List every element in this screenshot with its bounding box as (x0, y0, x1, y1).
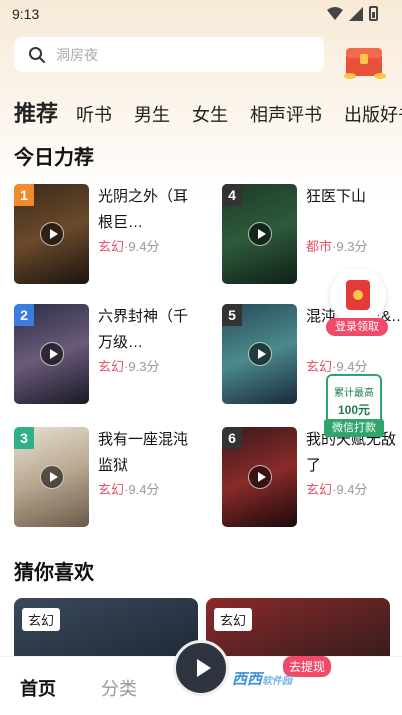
play-icon[interactable] (248, 222, 272, 246)
book-score: 9.4分 (336, 359, 368, 374)
book-title[interactable]: 我有一座混沌监狱 (98, 427, 198, 479)
play-icon[interactable] (248, 465, 272, 489)
book-meta: 玄幻·9.4分 (98, 479, 159, 498)
play-icon[interactable] (40, 465, 64, 489)
book-meta: 都市·9.3分 (306, 236, 367, 255)
book-meta: 玄幻·9.4分 (98, 236, 159, 255)
book-score: 9.4分 (336, 482, 368, 497)
rank-badge: 4 (222, 184, 242, 206)
book-title[interactable]: 狂医下山 (306, 184, 402, 210)
genre-tag: 玄幻 (22, 608, 61, 631)
tab-audiobook[interactable]: 听书 (76, 101, 112, 127)
status-icons (327, 6, 378, 21)
book-item[interactable]: 1 光阴之外（耳根巨… 玄幻·9.4分 (14, 184, 204, 284)
rank-badge: 3 (14, 427, 34, 449)
book-cover[interactable]: 3 (14, 427, 89, 527)
book-genre: 玄幻 (98, 239, 125, 254)
search-bar[interactable] (14, 37, 324, 72)
book-cover[interactable]: 6 (222, 427, 297, 527)
tab-male[interactable]: 男生 (134, 101, 170, 127)
book-item[interactable]: 2 六界封神（千万级… 玄幻·9.3分 (14, 304, 204, 404)
book-genre: 都市 (306, 239, 333, 254)
play-icon[interactable] (40, 222, 64, 246)
book-title[interactable]: 六界封神（千万级… (98, 304, 198, 356)
book-score: 9.4分 (128, 239, 160, 254)
rank-badge: 1 (14, 184, 34, 206)
book-score: 9.3分 (128, 359, 160, 374)
watermark: 西西软件园 (232, 668, 292, 689)
nav-home[interactable]: 首页 (20, 675, 56, 701)
play-icon[interactable] (40, 342, 64, 366)
book-meta: 玄幻·9.4分 (306, 479, 367, 498)
status-time: 9:13 (12, 6, 40, 22)
status-bar: 9:13 (0, 0, 402, 28)
red-packet-widget[interactable]: 登录领取 (326, 268, 388, 338)
book-genre: 玄幻 (306, 482, 333, 497)
tab-crosstalk[interactable]: 相声评书 (250, 101, 322, 127)
book-title[interactable]: 光阴之外（耳根巨… (98, 184, 198, 236)
genre-tag: 玄幻 (214, 608, 253, 631)
book-genre: 玄幻 (98, 359, 125, 374)
book-genre: 玄幻 (306, 359, 333, 374)
book-meta: 玄幻·9.3分 (98, 356, 159, 375)
red-envelope-icon (346, 280, 370, 310)
tab-recommend[interactable]: 推荐 (14, 96, 58, 128)
section-title-today: 今日力荐 (14, 147, 94, 169)
tab-published[interactable]: 出版好书 (344, 101, 402, 127)
book-cover[interactable]: 2 (14, 304, 89, 404)
watermark-sub: 软件园 (262, 676, 293, 687)
promo-line1: 累计最高 (334, 388, 374, 399)
promo-button[interactable]: 微信打款 (324, 419, 384, 437)
player-button[interactable] (173, 640, 229, 696)
book-score: 9.3分 (336, 239, 368, 254)
signal-icon (349, 6, 363, 21)
red-packet-label: 登录领取 (326, 318, 388, 336)
book-cover[interactable]: 4 (222, 184, 297, 284)
play-icon[interactable] (248, 342, 272, 366)
promo-amount: 100元 (337, 403, 371, 417)
nav-category[interactable]: 分类 (101, 675, 137, 701)
search-input[interactable] (56, 46, 286, 63)
book-cover[interactable]: 5 (222, 304, 297, 404)
section-title-guess: 猜你喜欢 (14, 562, 94, 584)
book-meta: 玄幻·9.4分 (306, 356, 367, 375)
treasure-chest-icon[interactable] (340, 40, 388, 80)
book-score: 9.4分 (128, 482, 160, 497)
rank-badge: 5 (222, 304, 242, 326)
tab-female[interactable]: 女生 (192, 101, 228, 127)
book-item[interactable]: 6 我的天赋无敌了 玄幻·9.4分 (222, 427, 402, 527)
rank-badge: 2 (14, 304, 34, 326)
book-genre: 玄幻 (98, 482, 125, 497)
book-cover[interactable]: 1 (14, 184, 89, 284)
wifi-icon (327, 6, 343, 20)
watermark-text: 西西 (232, 671, 263, 688)
category-tabs: 推荐 听书 男生 女生 相声评书 出版好书 (14, 96, 402, 128)
book-item[interactable]: 3 我有一座混沌监狱 玄幻·9.4分 (14, 427, 204, 527)
rank-badge: 6 (222, 427, 242, 449)
search-icon (29, 46, 45, 63)
battery-icon (369, 6, 378, 21)
